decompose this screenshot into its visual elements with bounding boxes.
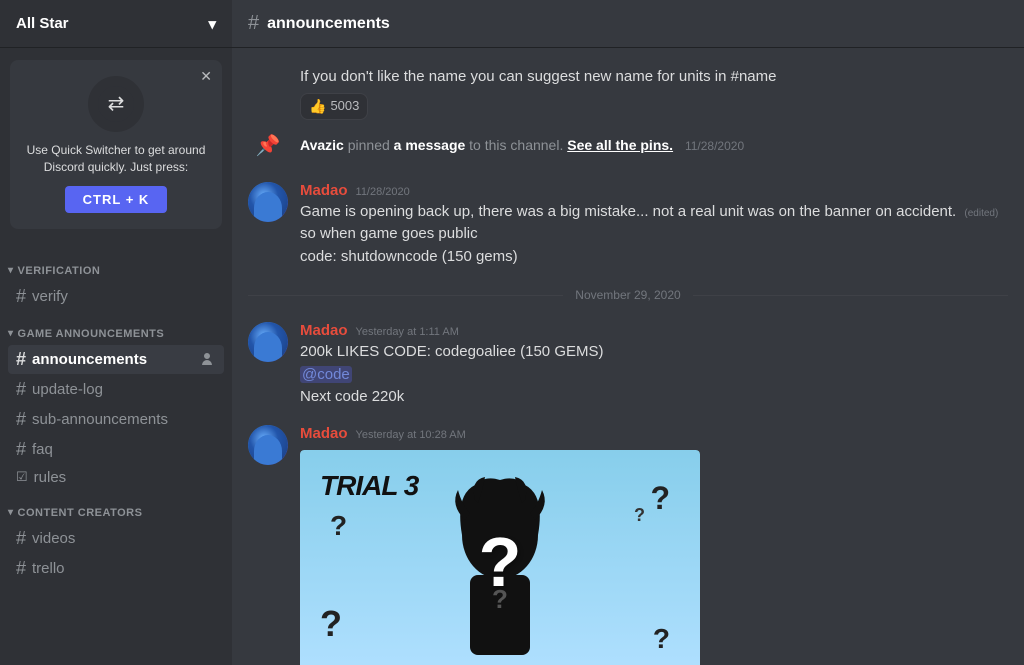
category-content-creators[interactable]: CONTENT CREATORS	[0, 491, 232, 523]
channel-item-sub-announcements[interactable]: # sub-announcements	[8, 405, 224, 434]
trial3-title: TRIAL 3	[320, 470, 418, 502]
server-header[interactable]: All Star ▾	[0, 0, 232, 48]
pin-timestamp: 11/28/2020	[685, 139, 744, 153]
reaction-count: 5003	[330, 96, 359, 116]
trial3-image: TRIAL 3 ? ? ? ? ? ? ?	[300, 450, 700, 665]
user-badge-icon	[198, 350, 216, 368]
main-content: # announcements If you don't like the na…	[232, 0, 1024, 665]
message-author-2: Madao	[300, 322, 348, 339]
qmark-small-tr: ?	[634, 505, 645, 526]
channel-list: VERIFICATION # verify GAME ANNOUNCEMENTS…	[0, 241, 232, 665]
quick-switcher-icon: ⇄	[88, 76, 144, 132]
channel-item-faq[interactable]: # faq	[8, 435, 224, 464]
pin-action: pinned	[348, 137, 394, 153]
message-timestamp-3: Yesterday at 10:28 AM	[356, 429, 466, 441]
message-author-1: Madao	[300, 182, 348, 199]
divider-line-right	[693, 295, 1008, 296]
qmark-topleft: ?	[330, 510, 347, 542]
quick-switcher-close[interactable]: ✕	[200, 68, 212, 85]
date-divider: November 29, 2020	[232, 280, 1024, 310]
message-line-1-2: code: shutdowncode (150 gems)	[300, 248, 518, 265]
pin-author: Avazic	[300, 137, 344, 153]
continuation-text: If you don't like the name you can sugge…	[300, 68, 776, 85]
divider-line-left	[248, 295, 563, 296]
channel-name-trello: trello	[32, 560, 65, 577]
channel-name-sub-announcements: sub-announcements	[32, 411, 168, 428]
channel-item-update-log[interactable]: # update-log	[8, 375, 224, 404]
channel-item-rules[interactable]: ☑ rules	[8, 465, 224, 490]
channel-item-announcements[interactable]: # announcements	[8, 345, 224, 374]
message-group-madao-1: Madao 11/28/2020 Game is opening back up…	[232, 178, 1024, 273]
channel-sidebar: All Star ▾ ✕ ⇄ Use Quick Switcher to get…	[0, 0, 232, 665]
message-continuation: If you don't like the name you can sugge…	[232, 64, 1024, 122]
pin-message-link[interactable]: a message	[394, 137, 466, 153]
hash-icon: #	[16, 558, 26, 579]
reaction-emoji: 👍	[309, 96, 326, 117]
message-header-3: Madao Yesterday at 10:28 AM	[300, 425, 1008, 442]
trial3-image-container: TRIAL 3 ? ? ? ? ? ? ?	[300, 450, 700, 665]
message-content-madao-2: Madao Yesterday at 1:11 AM 200k LIKES CO…	[300, 322, 1008, 409]
avatar-madao-1	[248, 182, 288, 222]
message-timestamp-1: 11/28/2020	[356, 186, 410, 198]
pin-text: Avazic pinned a message to this channel.…	[300, 136, 744, 156]
message-timestamp-2: Yesterday at 1:11 AM	[356, 326, 459, 338]
message-line-2-0: 200k LIKES CODE: codegoaliee (150 GEMS)	[300, 343, 604, 360]
svg-text:⇄: ⇄	[108, 93, 125, 115]
hash-icon: #	[16, 409, 26, 430]
hash-icon: #	[16, 528, 26, 549]
server-name: All Star	[16, 15, 69, 32]
message-author-3: Madao	[300, 425, 348, 442]
pin-icon-wrap: 📌	[248, 126, 288, 166]
channel-name-announcements: announcements	[32, 351, 147, 368]
quick-switcher-popup: ✕ ⇄ Use Quick Switcher to get around Dis…	[10, 60, 222, 229]
avatar-madao-2	[248, 322, 288, 362]
hash-icon: #	[16, 286, 26, 307]
channel-name-update-log: update-log	[32, 381, 103, 398]
channel-name-faq: faq	[32, 441, 53, 458]
channel-name-videos: videos	[32, 530, 75, 547]
message-text-1: Game is opening back up, there was a big…	[300, 201, 1008, 269]
trial3-center-qmark: ?	[479, 522, 522, 602]
pin-notification: 📌 Avazic pinned a message to this channe…	[232, 122, 1024, 170]
message-header-2: Madao Yesterday at 1:11 AM	[300, 322, 1008, 339]
hash-icon: #	[16, 379, 26, 400]
qmark-bottomleft: ?	[320, 603, 342, 645]
avatar-madao-3	[248, 425, 288, 465]
message-line-1-1: so when game goes public	[300, 225, 478, 242]
edited-label: (edited)	[964, 208, 998, 219]
qmark-topright: ?	[650, 480, 670, 517]
channel-item-trello[interactable]: # trello	[8, 554, 224, 583]
message-line-2-2: Next code 220k	[300, 388, 404, 405]
channel-header: # announcements	[232, 0, 1024, 48]
channel-name-verify: verify	[32, 288, 68, 305]
qmark-bottomright: ?	[653, 623, 670, 655]
channel-item-verify[interactable]: # verify	[8, 282, 224, 311]
hash-icon: #	[16, 439, 26, 460]
message-line-1-0: Game is opening back up, there was a big…	[300, 203, 956, 220]
quick-switcher-shortcut[interactable]: CTRL + K	[65, 186, 168, 213]
message-group-madao-2: Madao Yesterday at 1:11 AM 200k LIKES CO…	[232, 318, 1024, 413]
message-header-1: Madao 11/28/2020	[300, 182, 1008, 199]
mention-code[interactable]: @code	[300, 366, 352, 383]
pin-to-channel: to this channel.	[469, 137, 567, 153]
message-content-madao-1: Madao 11/28/2020 Game is opening back up…	[300, 182, 1008, 269]
reaction-thumbs-up[interactable]: 👍 5003	[300, 93, 368, 120]
see-all-pins-link[interactable]: See all the pins.	[567, 137, 673, 153]
channel-name-rules: rules	[34, 469, 67, 486]
server-chevron: ▾	[208, 15, 216, 33]
channel-header-name: announcements	[267, 15, 390, 33]
message-text-2: 200k LIKES CODE: codegoaliee (150 GEMS) …	[300, 341, 1008, 409]
channel-header-hash-icon: #	[248, 12, 259, 35]
messages-area[interactable]: If you don't like the name you can sugge…	[232, 48, 1024, 665]
category-game-announcements[interactable]: GAME ANNOUNCEMENTS	[0, 312, 232, 344]
hash-icon: #	[16, 349, 26, 370]
message-content-madao-3: Madao Yesterday at 10:28 AM	[300, 425, 1008, 665]
date-divider-text: November 29, 2020	[563, 288, 692, 302]
quick-switcher-text: Use Quick Switcher to get around Discord…	[26, 142, 206, 176]
category-verification[interactable]: VERIFICATION	[0, 249, 232, 281]
channel-item-videos[interactable]: # videos	[8, 524, 224, 553]
message-group-madao-3: Madao Yesterday at 10:28 AM	[232, 421, 1024, 665]
pin-icon: 📌	[256, 133, 281, 158]
check-icon: ☑	[16, 469, 28, 485]
